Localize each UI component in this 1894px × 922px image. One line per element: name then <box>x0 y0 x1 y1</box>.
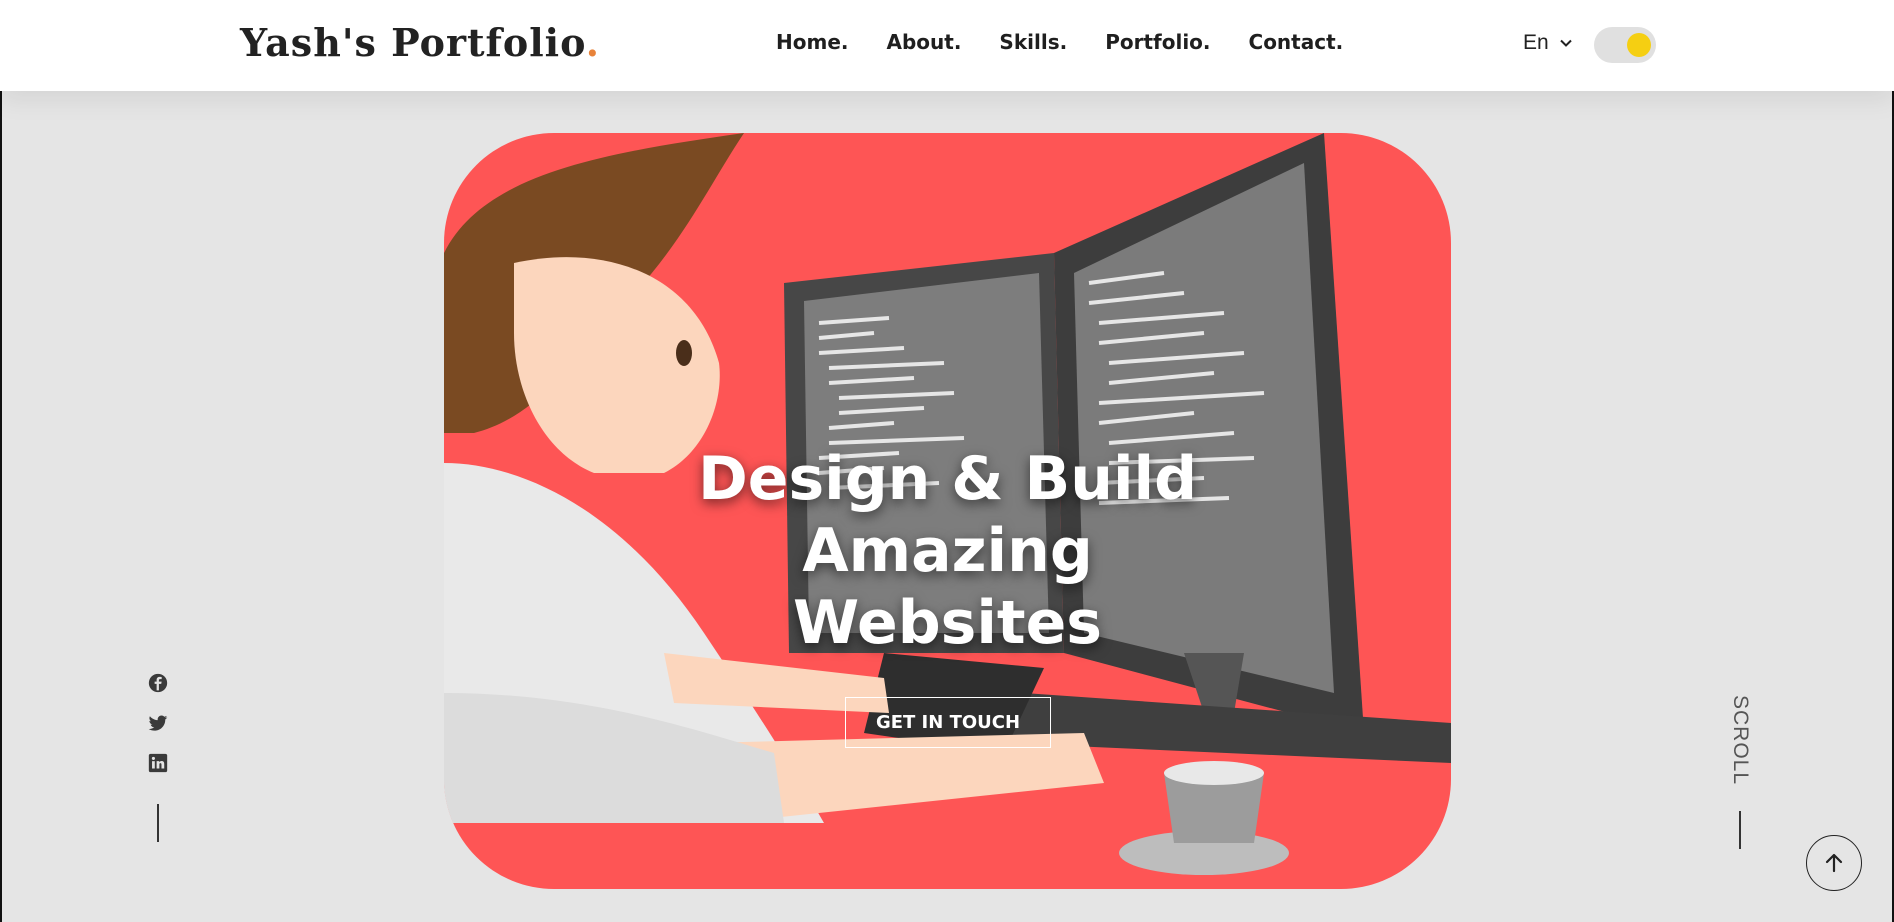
hero-title-line-2: Amazing <box>802 516 1093 586</box>
hero-title-line-1: Design & Build <box>697 444 1198 514</box>
brand-logo[interactable]: Yash's Portfolio. <box>240 20 600 65</box>
facebook-icon[interactable] <box>147 672 169 694</box>
nav-home[interactable]: Home. <box>776 30 848 54</box>
theme-toggle-knob <box>1627 33 1651 57</box>
social-links <box>147 672 169 842</box>
scroll-indicator[interactable]: SCROLL <box>1725 695 1755 850</box>
brand-name: Yash's Portfolio <box>240 20 586 65</box>
main-nav: Home. About. Skills. Portfolio. Contact. <box>776 30 1343 54</box>
hero-card: Design & Build Amazing Websites GET IN T… <box>444 133 1451 889</box>
back-to-top-button[interactable] <box>1806 835 1862 891</box>
twitter-icon[interactable] <box>147 712 169 734</box>
social-divider-line <box>157 804 159 842</box>
scroll-label: SCROLL <box>1729 695 1752 786</box>
nav-about[interactable]: About. <box>886 30 961 54</box>
language-select[interactable]: En <box>1523 31 1573 55</box>
nav-skills[interactable]: Skills. <box>999 30 1067 54</box>
hero-title-line-3: Websites <box>792 588 1103 658</box>
nav-contact[interactable]: Contact. <box>1249 30 1344 54</box>
linkedin-icon[interactable] <box>147 752 169 774</box>
get-in-touch-button[interactable]: GET IN TOUCH <box>845 697 1051 748</box>
theme-toggle[interactable] <box>1594 27 1656 63</box>
arrow-up-icon <box>1825 853 1843 873</box>
scroll-line <box>1739 811 1741 850</box>
language-value: En <box>1523 31 1549 54</box>
brand-dot: . <box>585 20 601 65</box>
nav-portfolio[interactable]: Portfolio. <box>1105 30 1210 54</box>
chevron-down-icon <box>1559 39 1572 47</box>
top-navbar: Yash's Portfolio. Home. About. Skills. P… <box>0 0 1894 91</box>
hero-title: Design & Build Amazing Websites <box>444 443 1451 659</box>
